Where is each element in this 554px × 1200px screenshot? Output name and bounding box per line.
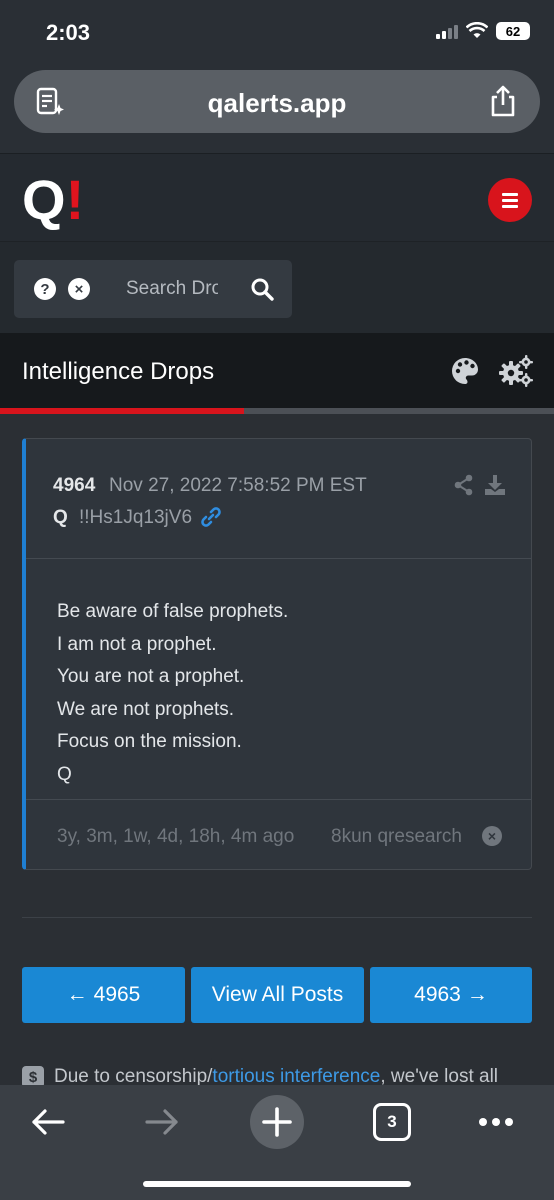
back-arrow-icon[interactable]: [30, 1107, 66, 1137]
close-circle-icon: ×: [482, 826, 502, 846]
post-footer: 3y, 3m, 1w, 4d, 18h, 4m ago 8kun qresear…: [26, 801, 531, 871]
tabs-count-button[interactable]: 3: [373, 1103, 411, 1141]
next-post-button[interactable]: 4963 →: [370, 967, 532, 1023]
share-icon[interactable]: [488, 84, 518, 118]
download-icon[interactable]: [484, 474, 506, 496]
arrow-right-icon: →: [466, 983, 488, 1006]
page-title: Intelligence Drops: [22, 358, 215, 385]
page: 2:03 62 qalerts.app Q! ? × Search Dro In…: [0, 0, 554, 1200]
title-bar: Intelligence Drops: [0, 333, 554, 408]
post-age: 3y, 3m, 1w, 4d, 18h, 4m ago: [57, 826, 295, 847]
site-logo[interactable]: Q!: [22, 172, 84, 228]
forward-arrow-icon[interactable]: [144, 1107, 180, 1137]
post-body-line: Focus on the mission.: [57, 731, 242, 752]
divider: [22, 917, 532, 918]
search-box: ? × Search Drops: [14, 260, 292, 318]
reading-progress-fill: [0, 408, 244, 414]
view-all-posts-label: View All Posts: [211, 983, 344, 1006]
search-area: ? × Search Drops: [0, 241, 554, 333]
new-tab-plus-icon[interactable]: [250, 1095, 304, 1149]
help-icon[interactable]: ?: [34, 278, 56, 300]
settings-gears-icon[interactable]: [498, 353, 534, 389]
url-bar[interactable]: qalerts.app: [14, 70, 540, 133]
view-all-posts-button[interactable]: View All Posts: [191, 967, 364, 1023]
notice-suffix: , we've lost all: [380, 1066, 499, 1087]
post-header: 4964 Nov 27, 2022 7:58:52 PM EST Q !!Hs1…: [26, 439, 531, 559]
post-number[interactable]: 4964: [53, 475, 95, 497]
status-time: 2:03: [46, 20, 91, 45]
post-tripcode: !!Hs1Jq13jV6: [79, 507, 193, 528]
previous-post-button[interactable]: ← 4965: [22, 967, 185, 1023]
hamburger-menu-button[interactable]: [488, 178, 532, 222]
status-icons: 62: [436, 22, 530, 40]
search-input[interactable]: Search Drops: [126, 278, 218, 300]
previous-post-label: 4965: [93, 983, 141, 1006]
permalink-icon[interactable]: [200, 506, 222, 528]
post-card: 4964 Nov 27, 2022 7:58:52 PM EST Q !!Hs1…: [22, 438, 532, 870]
url-text[interactable]: qalerts.app: [14, 88, 540, 119]
post-body-line: Q: [57, 763, 72, 785]
clear-search-icon[interactable]: ×: [68, 278, 90, 300]
wifi-icon: [466, 22, 488, 38]
post-body-line: You are not a prophet.: [57, 666, 245, 687]
next-post-label: 4963: [414, 983, 461, 1006]
search-icon[interactable]: [250, 277, 274, 301]
post-body: Be aware of false prophets. I am not a pr…: [26, 560, 531, 800]
site-header: Q!: [0, 153, 554, 241]
battery-icon: 62: [496, 22, 530, 40]
post-text: Be aware of false prophets. I am not a pr…: [57, 596, 288, 791]
post-date: Nov 27, 2022 7:58:52 PM EST: [109, 475, 367, 496]
browser-top-bar: 2:03 62 qalerts.app: [0, 0, 554, 153]
reading-progress-bar: [0, 408, 554, 414]
post-author: Q: [53, 507, 68, 528]
palette-icon[interactable]: [450, 356, 480, 386]
post-body-line: Be aware of false prophets.: [57, 601, 289, 622]
home-indicator: [143, 1181, 411, 1187]
post-body-line: I am not a prophet.: [57, 633, 217, 655]
notice-prefix: Due to censorship/: [54, 1066, 213, 1087]
share-post-icon[interactable]: [454, 474, 474, 496]
arrow-left-icon: ←: [66, 983, 88, 1006]
tortious-interference-link[interactable]: tortious interference: [212, 1066, 380, 1087]
post-body-line: We are not prophets.: [57, 698, 235, 720]
signal-icon: [436, 23, 458, 39]
post-source[interactable]: 8kun qresearch: [331, 826, 462, 848]
more-options-icon[interactable]: [478, 1117, 514, 1127]
